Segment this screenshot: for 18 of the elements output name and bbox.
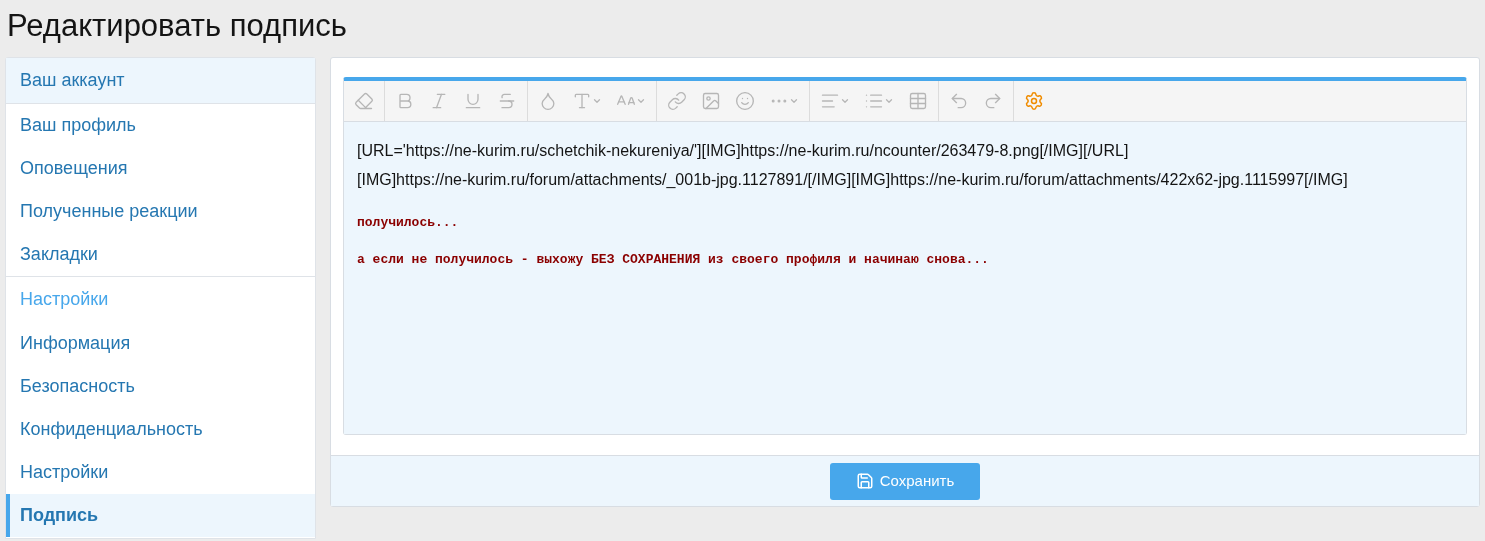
sidebar-section-title: Настройки bbox=[6, 276, 315, 322]
sidebar-item[interactable]: Полученные реакции bbox=[6, 190, 315, 233]
editor-text: [URL='https://ne-kurim.ru/schetchik-nekureniya/'][IMG]https://ne-kurim.ru/ncounter/263479-8.png[/IMG][/URL] bbox=[357, 141, 1130, 161]
save-icon bbox=[855, 472, 874, 490]
sidebar-item[interactable]: Оповещения bbox=[6, 147, 315, 190]
sidebar-heading: Ваш аккаунт bbox=[6, 58, 315, 104]
sidebar-item[interactable]: Конфиденциальность bbox=[6, 408, 315, 451]
sidebar-item[interactable]: Настройки bbox=[6, 451, 315, 494]
editor-text: получилось... bbox=[357, 215, 460, 231]
sidebar-item[interactable]: Информация bbox=[6, 322, 315, 365]
sidebar-item[interactable]: Ваш профиль bbox=[6, 104, 315, 147]
sidebar-item[interactable]: Закладки bbox=[6, 233, 315, 276]
editor-text: а если не получилось - выхожу БЕЗ СОХРАНЕНИЯ из своего профиля и начинаю снова... bbox=[357, 252, 990, 268]
editor-text: [IMG]https://ne-kurim.ru/forum/attachments/_001b-jpg.1127891/[/IMG][IMG]https://ne-kurim.ru/forum/attachments/422x62-jpg.1115997[/IMG] bbox=[357, 170, 1349, 190]
sidebar-item[interactable]: Безопасность bbox=[6, 365, 315, 408]
page-title: Редактировать подпись bbox=[6, 6, 348, 45]
save-button[interactable]: Сохранить bbox=[830, 462, 980, 500]
sidebar-item[interactable]: Подпись bbox=[6, 494, 315, 537]
